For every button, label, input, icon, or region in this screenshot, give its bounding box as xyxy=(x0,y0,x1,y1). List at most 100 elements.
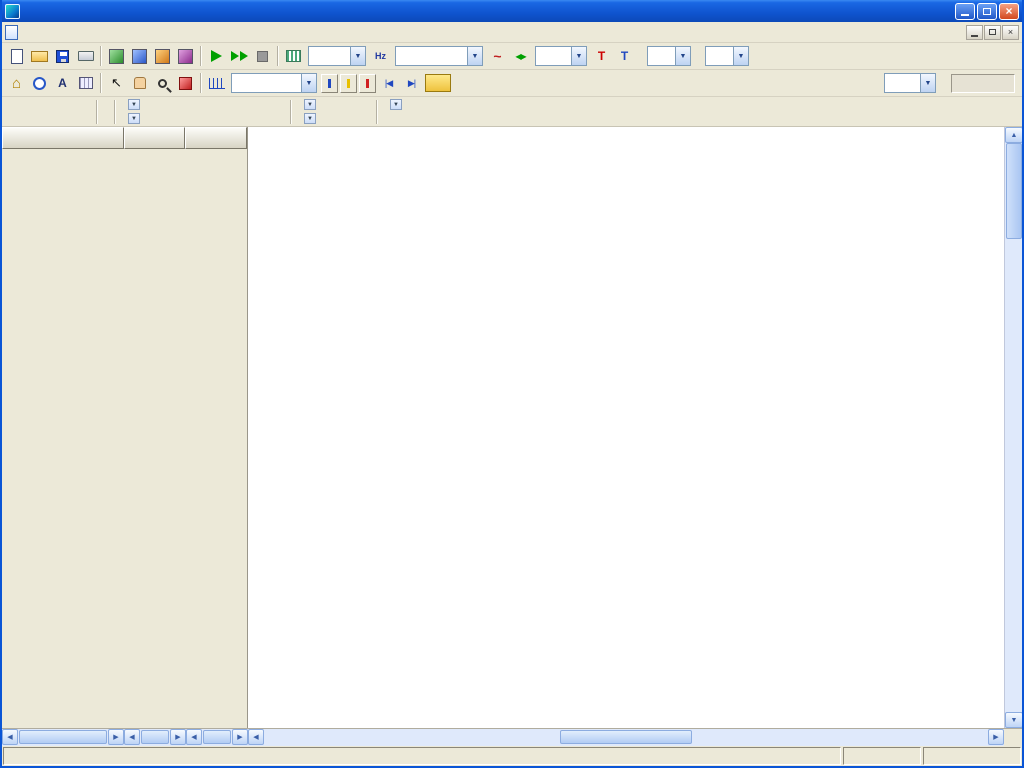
scroll-right-button[interactable]: ▶ xyxy=(170,729,186,745)
waveform-area[interactable] xyxy=(248,127,1004,728)
scroll-down-button[interactable]: ▼ xyxy=(1005,712,1022,728)
chevron-down-icon[interactable]: ▼ xyxy=(350,47,365,65)
time-range-button[interactable] xyxy=(205,72,228,95)
select-tool-button[interactable]: ↖ xyxy=(105,72,128,95)
new-file-button[interactable] xyxy=(5,45,28,68)
trigger-count-select[interactable]: ▼ xyxy=(705,46,749,66)
menu-window[interactable] xyxy=(106,30,120,34)
stop-icon xyxy=(257,51,268,62)
scroll-left-button[interactable]: ◀ xyxy=(186,729,202,745)
sample-rate-button[interactable]: Hz xyxy=(369,45,392,68)
export-button[interactable] xyxy=(128,45,151,68)
scroll-left-button[interactable]: ◀ xyxy=(248,729,264,745)
vertical-scroll-track[interactable] xyxy=(1005,143,1022,712)
column-header-filter[interactable] xyxy=(185,127,247,149)
info-group-compress: ▼ xyxy=(386,98,402,126)
seek-prev-button[interactable]: |◀ xyxy=(377,72,400,95)
scroll-right-button[interactable]: ▶ xyxy=(988,729,1004,745)
document-icon[interactable] xyxy=(5,25,18,40)
bar-t-button[interactable] xyxy=(359,74,376,93)
minimize-button[interactable] xyxy=(955,3,975,20)
menu-bar: × xyxy=(2,22,1022,43)
chevron-down-icon[interactable]: ▼ xyxy=(675,47,690,65)
menu-signal[interactable] xyxy=(36,30,50,34)
column-header-trigger[interactable] xyxy=(124,127,186,149)
stop-button[interactable] xyxy=(251,45,274,68)
menu-capture[interactable] xyxy=(64,30,78,34)
time-per-div-select[interactable]: ▼ xyxy=(231,73,317,93)
child-restore-button[interactable] xyxy=(984,25,1001,40)
b-t-dropdown[interactable]: ▼ xyxy=(304,113,316,124)
restore-button[interactable] xyxy=(977,3,997,20)
close-button[interactable]: × xyxy=(999,3,1019,20)
chevron-down-icon[interactable]: ▼ xyxy=(571,47,586,65)
run-button[interactable] xyxy=(205,45,228,68)
trigger-mark-blue-button[interactable]: T xyxy=(613,45,636,68)
trigger-ratio-select[interactable]: ▼ xyxy=(535,46,587,66)
chevron-down-icon[interactable]: ▼ xyxy=(920,74,935,92)
menu-help[interactable] xyxy=(120,30,134,34)
bus-button[interactable] xyxy=(425,74,451,92)
text-label-icon: A xyxy=(58,76,67,90)
filter-col-scrollbar[interactable]: ◀ ▶ xyxy=(186,729,248,746)
scroll-thumb[interactable] xyxy=(203,730,231,744)
scroll-left-button[interactable]: ◀ xyxy=(124,729,140,745)
waveform-scrollbar[interactable]: ◀ ▶ xyxy=(248,729,1004,746)
trigger-page-select[interactable]: ▼ xyxy=(647,46,691,66)
waveform-svg[interactable] xyxy=(248,149,1004,721)
chevron-down-icon[interactable]: ▼ xyxy=(733,47,748,65)
scroll-thumb[interactable] xyxy=(141,730,169,744)
report-button[interactable] xyxy=(151,45,174,68)
channel-name-scrollbar[interactable]: ◀ ▶ xyxy=(2,729,124,746)
child-close-button[interactable]: × xyxy=(1002,25,1019,40)
print-button[interactable] xyxy=(74,45,97,68)
signal-view-button[interactable]: ~ xyxy=(486,45,509,68)
menu-tools[interactable] xyxy=(92,30,106,34)
chevron-down-icon[interactable]: ▼ xyxy=(467,47,482,65)
bar-a-button[interactable] xyxy=(321,74,338,93)
zoom-tool-button[interactable] xyxy=(151,72,174,95)
bus-setup-button[interactable] xyxy=(105,45,128,68)
trigger-col-scrollbar[interactable]: ◀ ▶ xyxy=(124,729,186,746)
memory-depth-button[interactable] xyxy=(282,45,305,68)
bar-b-button[interactable] xyxy=(340,74,357,93)
scroll-up-button[interactable]: ▲ xyxy=(1005,127,1022,143)
wave-height-select[interactable]: ▼ xyxy=(884,73,936,93)
memory-depth-select[interactable]: ▼ xyxy=(308,46,366,66)
sample-rate-select[interactable]: ▼ xyxy=(395,46,483,66)
run-repeat-button[interactable] xyxy=(228,45,251,68)
waveform-scroll-thumb[interactable] xyxy=(560,730,692,744)
scroll-thumb[interactable] xyxy=(19,730,107,744)
vertical-scrollbar[interactable]: ▲ ▼ xyxy=(1004,127,1022,728)
chevron-down-icon[interactable]: ▼ xyxy=(301,74,316,92)
grid-button[interactable] xyxy=(74,72,97,95)
marker-tool-button[interactable] xyxy=(174,72,197,95)
label-button[interactable]: A xyxy=(51,72,74,95)
title-bar: × xyxy=(2,0,1022,22)
menu-file[interactable] xyxy=(22,30,36,34)
scroll-right-button[interactable]: ▶ xyxy=(232,729,248,745)
ruler-svg[interactable] xyxy=(248,127,1004,149)
a-t-dropdown[interactable]: ▼ xyxy=(304,99,316,110)
timer-button[interactable] xyxy=(28,72,51,95)
pan-tool-button[interactable] xyxy=(128,72,151,95)
swap-button[interactable]: ◀▶ xyxy=(509,45,532,68)
a-b-dropdown[interactable]: ▼ xyxy=(390,99,402,110)
home-button[interactable]: ⌂ xyxy=(5,72,28,95)
module-settings-button[interactable] xyxy=(174,45,197,68)
column-header-channel[interactable] xyxy=(2,127,124,149)
scroll-left-button[interactable]: ◀ xyxy=(2,729,18,745)
menu-trigger[interactable] xyxy=(50,30,64,34)
dp-pos-dropdown[interactable]: ▼ xyxy=(128,113,140,124)
save-file-button[interactable] xyxy=(51,45,74,68)
scroll-right-button[interactable]: ▶ xyxy=(108,729,124,745)
ds-pos-dropdown[interactable]: ▼ xyxy=(128,99,140,110)
trigger-mark-red-button[interactable]: T xyxy=(590,45,613,68)
vertical-scroll-thumb[interactable] xyxy=(1006,143,1022,239)
application-window: × × ▼ Hz ▼ ~ xyxy=(0,0,1024,768)
menu-data[interactable] xyxy=(78,30,92,34)
open-file-button[interactable] xyxy=(28,45,51,68)
signal-icon: ~ xyxy=(493,48,501,64)
seek-next-button[interactable]: ▶| xyxy=(400,72,423,95)
child-minimize-button[interactable] xyxy=(966,25,983,40)
